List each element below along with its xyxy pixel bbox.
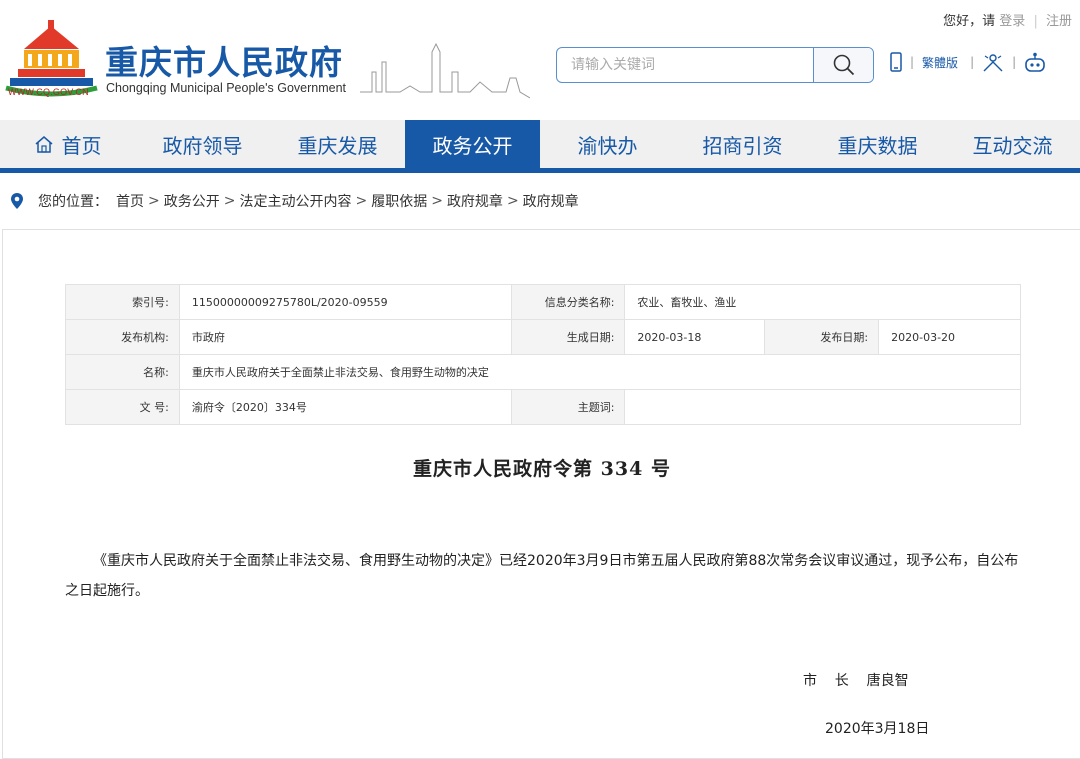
document-body: 《重庆市人民政府关于全面禁止非法交易、食用野生动物的决定》已经2020年3月9日…: [65, 553, 1019, 599]
accessibility-icon[interactable]: [982, 52, 1004, 72]
breadcrumb-item[interactable]: 首页: [116, 191, 144, 211]
nav-item-data[interactable]: 重庆数据: [810, 120, 945, 168]
location-pin-icon: [11, 193, 23, 209]
document-title: 重庆市人民政府令第 334 号: [413, 458, 671, 480]
breadcrumb-item[interactable]: 政府规章: [523, 191, 579, 211]
keyword-value: [624, 389, 1021, 425]
nav-item-label: 政府领导: [162, 133, 243, 158]
search-input[interactable]: [557, 48, 813, 82]
article-container: 索引号: 11500000009275780L/2020-09559 信息分类名…: [2, 229, 1080, 759]
signer-name: 唐良智: [866, 673, 909, 689]
name-value: 重庆市人民政府关于全面禁止非法交易、食用野生动物的决定: [178, 354, 1022, 390]
publisher-value: 市政府: [178, 319, 512, 355]
home-icon: [35, 136, 52, 153]
nav-item-label: 重庆数据: [837, 133, 918, 158]
robot-assistant-icon[interactable]: [1024, 52, 1046, 72]
register-link[interactable]: 注册: [1046, 14, 1072, 29]
breadcrumb-item[interactable]: 履职依据: [371, 191, 427, 211]
site-subtitle: Chongqing Municipal People's Government: [106, 81, 347, 95]
table-row: 索引号: 11500000009275780L/2020-09559 信息分类名…: [65, 284, 1021, 320]
docno-value: 渝府令〔2020〕334号: [178, 389, 512, 425]
site-url: WWW.CQ.GOV.CN: [8, 87, 89, 97]
site-header: 您好，请 登录 | 注册 WWW.CQ.GOV.CN 重庆市人民政府 Chong…: [0, 0, 1080, 118]
breadcrumb: 您的位置： 首页 > 政务公开 > 法定主动公开内容 > 履职依据 > 政府规章…: [10, 191, 579, 211]
traditional-chinese-link[interactable]: 繁體版: [922, 54, 958, 71]
index-label: 索引号:: [65, 284, 180, 320]
user-links: 您好，请 登录 | 注册: [943, 14, 1072, 29]
published-date-value: 2020-03-20: [878, 319, 1021, 355]
nav-item-label: 重庆发展: [297, 133, 378, 158]
site-title[interactable]: 重庆市人民政府: [105, 36, 343, 84]
nav-item-government-affairs[interactable]: 政务公开: [405, 120, 540, 168]
nav-item-home[interactable]: 首页: [0, 120, 135, 168]
signature-line: 市 长 唐良智: [803, 670, 909, 690]
table-row: 名称: 重庆市人民政府关于全面禁止非法交易、食用野生动物的决定: [65, 354, 1022, 390]
search-icon: [833, 54, 854, 76]
keyword-label: 主题词:: [510, 389, 626, 425]
nav-item-label: 首页: [61, 133, 102, 158]
nav-item-interaction[interactable]: 互动交流: [945, 120, 1080, 168]
nav-item-label: 招商引资: [702, 133, 783, 158]
category-label: 信息分类名称:: [510, 284, 626, 320]
document-info-table: 索引号: 11500000009275780L/2020-09559 信息分类名…: [65, 284, 1022, 425]
created-date-value: 2020-03-18: [624, 319, 766, 355]
breadcrumb-item[interactable]: 政府规章: [447, 191, 503, 211]
category-value: 农业、畜牧业、渔业: [624, 284, 1021, 320]
breadcrumb-item[interactable]: 法定主动公开内容: [239, 191, 351, 211]
signature-date: 2020年3月18日: [825, 721, 930, 737]
nav-item-label: 政务公开: [432, 133, 513, 158]
signer-title: 市 长: [803, 673, 849, 689]
header-tools: | 繁體版 | |: [890, 52, 1046, 72]
published-date-label: 发布日期:: [764, 319, 880, 355]
breadcrumb-prefix: 您的位置：: [38, 194, 108, 210]
search-box: [556, 47, 874, 83]
name-label: 名称:: [65, 354, 180, 390]
skyline-decoration-icon: [360, 42, 530, 99]
table-row: 文 号: 渝府令〔2020〕334号 主题词:: [65, 389, 1021, 425]
nav-item-label: 渝快办: [577, 133, 638, 158]
publisher-label: 发布机构:: [65, 319, 180, 355]
login-link[interactable]: 登录: [999, 14, 1025, 29]
mobile-icon[interactable]: [890, 52, 902, 72]
index-value: 11500000009275780L/2020-09559: [178, 284, 512, 320]
main-nav: 首页 政府领导 重庆发展 政务公开 渝快办 招商引资 重庆数据 互动交流: [0, 120, 1080, 168]
table-row: 发布机构: 市政府 生成日期: 2020-03-18 发布日期: 2020-03…: [65, 319, 1021, 355]
nav-item-investment[interactable]: 招商引资: [675, 120, 810, 168]
nav-item-yukuaiban[interactable]: 渝快办: [540, 120, 675, 168]
breadcrumb-item[interactable]: 政务公开: [164, 191, 220, 211]
nav-item-label: 互动交流: [972, 133, 1053, 158]
greeting-text: 您好，请: [943, 14, 996, 29]
docno-label: 文 号:: [65, 389, 180, 425]
created-date-label: 生成日期:: [510, 319, 626, 355]
nav-item-leaders[interactable]: 政府领导: [135, 120, 270, 168]
nav-underline: [0, 168, 1080, 173]
nav-item-development[interactable]: 重庆发展: [270, 120, 405, 168]
search-button[interactable]: [813, 48, 873, 82]
